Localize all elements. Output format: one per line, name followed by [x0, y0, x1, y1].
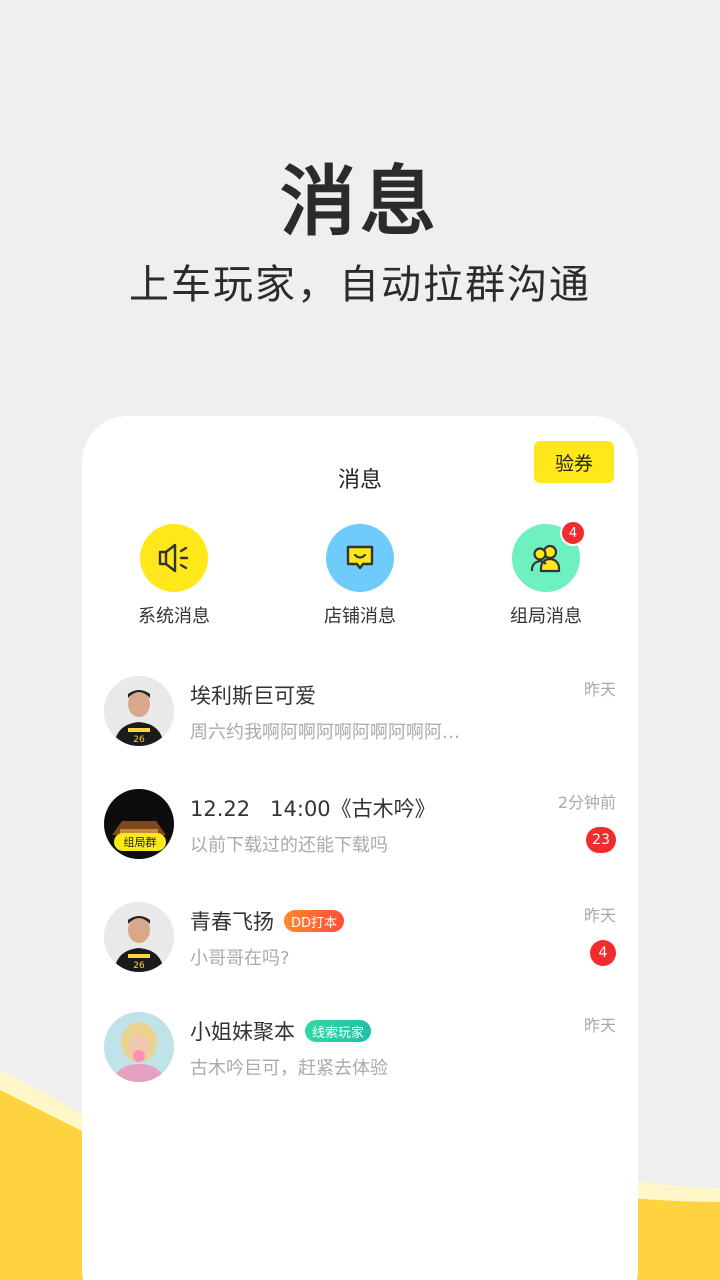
- svg-text:26: 26: [133, 735, 145, 745]
- chat-name-text: 小姐妹聚本: [190, 1020, 295, 1044]
- speaker-icon: [158, 543, 189, 573]
- chat-preview: 周六约我啊阿啊阿啊阿啊阿啊阿…: [190, 722, 460, 743]
- hero-subtitle: 上车玩家，自动拉群沟通: [129, 262, 591, 308]
- chat-role-tag: DD打本: [284, 910, 345, 932]
- chat-name-text: 12.22 14:00《古木吟》: [190, 797, 436, 821]
- unread-badge: 4: [560, 520, 586, 546]
- avatar: [104, 1012, 174, 1082]
- chat-name-text: 青春飞扬: [190, 910, 274, 934]
- category-label: 店铺消息: [324, 606, 396, 627]
- group-chat-tag: 组局群: [114, 833, 166, 851]
- chat-time: 昨天: [583, 680, 616, 699]
- chat-preview: 以前下载过的还能下载吗: [190, 835, 388, 856]
- chat-list-item[interactable]: 组局群 12.22 14:00《古木吟》 以前下载过的还能下载吗 2分钟前 23: [104, 789, 616, 859]
- chat-name: 青春飞扬 DD打本: [190, 906, 345, 936]
- chat-role-tag: 线索玩家: [305, 1020, 372, 1042]
- system-message-icon-circle: [140, 524, 208, 592]
- chat-list-item[interactable]: 小姐妹聚本 线索玩家 古木吟巨可，赶紧去体验 昨天: [104, 1012, 616, 1082]
- chat-preview: 古木吟巨可，赶紧去体验: [190, 1058, 388, 1079]
- chat-bubble-icon: [346, 545, 374, 570]
- chat-list-item[interactable]: 26 青春飞扬 DD打本 小哥哥在吗? 昨天 4: [104, 902, 616, 972]
- chat-time: 2分钟前: [557, 793, 616, 812]
- svg-text:26: 26: [133, 961, 145, 971]
- chat-name-text: 埃利斯巨可爱: [190, 684, 316, 708]
- chat-time: 昨天: [583, 906, 616, 925]
- chat-preview: 小哥哥在吗?: [190, 948, 290, 969]
- unread-count-badge: 4: [590, 940, 616, 966]
- unread-count-badge: 23: [586, 827, 616, 853]
- category-label: 组局消息: [510, 606, 582, 627]
- avatar: 组局群: [104, 789, 174, 859]
- phone-screen: 消息 验券 系统消息 店铺消息 4 组局消息 26 埃利斯巨可爱 周六约我啊阿啊…: [82, 416, 638, 1280]
- shop-message-icon-circle: [326, 524, 394, 592]
- chat-time: 昨天: [583, 1016, 616, 1035]
- chat-name: 埃利斯巨可爱: [190, 680, 316, 710]
- chat-list-item[interactable]: 26 埃利斯巨可爱 周六约我啊阿啊阿啊阿啊阿啊阿… 昨天: [104, 676, 616, 746]
- chat-name: 小姐妹聚本 线索玩家: [190, 1016, 372, 1046]
- avatar: 26: [104, 676, 174, 746]
- category-label: 系统消息: [138, 606, 210, 627]
- avatar: 26: [104, 902, 174, 972]
- group-message-icon-circle: 4: [512, 520, 586, 592]
- category-shop-messages[interactable]: 店铺消息: [295, 524, 425, 628]
- coupon-verify-button[interactable]: 验券: [534, 441, 614, 483]
- category-system-messages[interactable]: 系统消息: [109, 524, 239, 628]
- group-users-icon: [530, 544, 561, 573]
- category-group-messages[interactable]: 4 组局消息: [481, 520, 611, 628]
- hero-title: 消息: [280, 157, 440, 246]
- chat-name: 12.22 14:00《古木吟》: [190, 793, 436, 823]
